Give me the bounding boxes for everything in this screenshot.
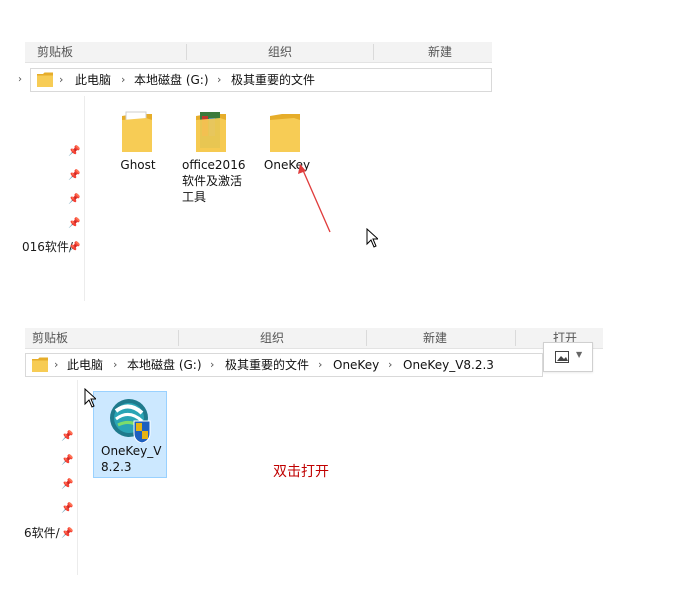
file-item-onekey-exe[interactable]: OneKey_V 8.2.3 [93,391,167,478]
chevron-right-icon[interactable]: › [318,354,322,376]
chevron-right-icon[interactable]: › [59,69,63,91]
folder-item-office2016[interactable]: office2016软件及激活工具 [180,110,246,206]
nav-item-partial[interactable]: 016软件/ [22,240,73,254]
chevron-right-icon[interactable]: › [121,69,125,91]
chevron-down-icon: ▼ [576,350,583,359]
chevron-right-icon[interactable]: › [217,69,221,91]
pin-icon: 📌 [61,503,74,514]
breadcrumb-important-files[interactable]: 极其重要的文件 [231,69,315,91]
nav-pane-divider [77,380,78,575]
pin-icon: 📌 [61,431,74,442]
pin-icon: 📌 [68,194,81,205]
breadcrumb-onekey[interactable]: OneKey [333,354,379,376]
red-arrow-annotation [298,164,331,233]
ribbon-group-new[interactable]: 新建 [400,42,480,62]
pin-icon: 📌 [61,455,74,466]
mouse-cursor-icon [366,228,378,248]
ribbon-group-clipboard[interactable]: 剪贴板 [25,328,75,348]
breadcrumb-important-files[interactable]: 极其重要的文件 [225,354,309,376]
folder-icon [196,112,226,152]
top-address-bar[interactable]: › 此电脑 › 本地磁盘 (G:) › 极其重要的文件 [30,68,492,92]
ribbon-group-organize[interactable]: 组织 [232,328,312,348]
pin-icon: 📌 [68,218,81,229]
annotation-double-click-open: 双击打开 [273,464,329,480]
item-label: 8.2.3 [101,460,132,474]
pin-icon: 📌 [61,479,74,490]
nav-item-partial[interactable]: 6软件/ [24,526,60,540]
pin-icon: 📌 [68,146,81,157]
ribbon-separator [178,330,179,346]
ribbon-separator [366,330,367,346]
pin-icon: 📌 [61,528,74,539]
chevron-right-icon[interactable]: › [54,354,58,376]
ribbon-separator [186,44,187,60]
image-icon [555,351,569,363]
nav-fragment: › [18,74,22,85]
mouse-cursor-icon [84,388,96,408]
folder-icon [32,357,48,372]
bottom-ribbon: 剪贴板 组织 新建 打开 [25,328,603,349]
pin-icon: 📌 [68,242,81,253]
breadcrumb-onekey-version[interactable]: OneKey_V8.2.3 [403,354,494,376]
chevron-right-icon[interactable]: › [113,354,117,376]
folder-icon [122,111,152,152]
breadcrumb-this-pc[interactable]: 此电脑 [75,69,111,91]
ribbon-group-new[interactable]: 新建 [395,328,475,348]
chevron-right-icon[interactable]: › [388,354,392,376]
pin-icon: 📌 [68,170,81,181]
ribbon-separator [373,44,374,60]
folder-icon [270,114,300,152]
breadcrumb-this-pc[interactable]: 此电脑 [67,354,103,376]
top-ribbon: 剪贴板 组织 新建 [25,42,492,63]
item-label: OneKey_V [101,444,162,458]
folder-item-ghost[interactable]: Ghost [110,110,166,172]
chevron-right-icon[interactable]: › [210,354,214,376]
item-label: office2016软件及激活工具 [182,158,246,204]
item-label: Ghost [120,158,156,172]
ribbon-separator [515,330,516,346]
ribbon-group-organize[interactable]: 组织 [240,42,320,62]
folder-icon [37,72,53,87]
breadcrumb-local-disk[interactable]: 本地磁盘 (G:) [134,69,209,91]
ribbon-group-clipboard[interactable]: 剪贴板 [25,42,85,62]
onekey-app-icon [110,399,151,443]
breadcrumb-local-disk[interactable]: 本地磁盘 (G:) [127,354,202,376]
view-dropdown-button[interactable]: ▼ [543,342,593,372]
nav-pane-divider [84,96,85,301]
bottom-address-bar[interactable]: › 此电脑 › 本地磁盘 (G:) › 极其重要的文件 › OneKey › O… [25,353,543,377]
